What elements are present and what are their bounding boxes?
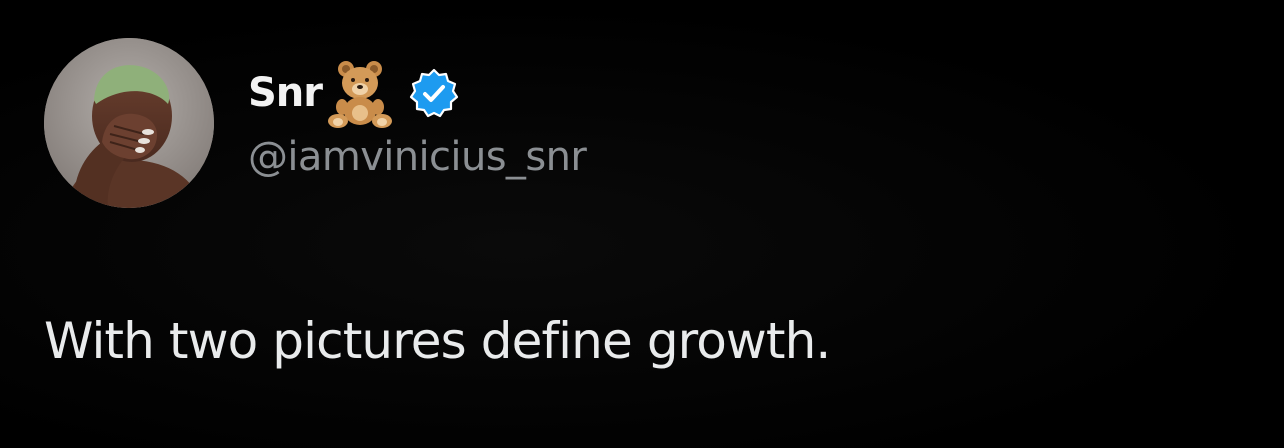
display-name[interactable]: Snr	[248, 73, 323, 113]
tweet-text: With two pictures define growth.	[44, 312, 831, 370]
tweet-card: Snr @iamvinicius_snr With two pictures d…	[0, 0, 1284, 448]
verified-badge-icon[interactable]	[408, 67, 460, 119]
teddy-bear-icon	[324, 57, 396, 129]
tweet-header: Snr @iamvinicius_snr	[248, 55, 587, 177]
avatar[interactable]	[44, 38, 214, 208]
user-handle[interactable]: @iamvinicius_snr	[248, 137, 587, 177]
name-row: Snr	[248, 55, 586, 131]
profile-photo	[44, 38, 214, 208]
